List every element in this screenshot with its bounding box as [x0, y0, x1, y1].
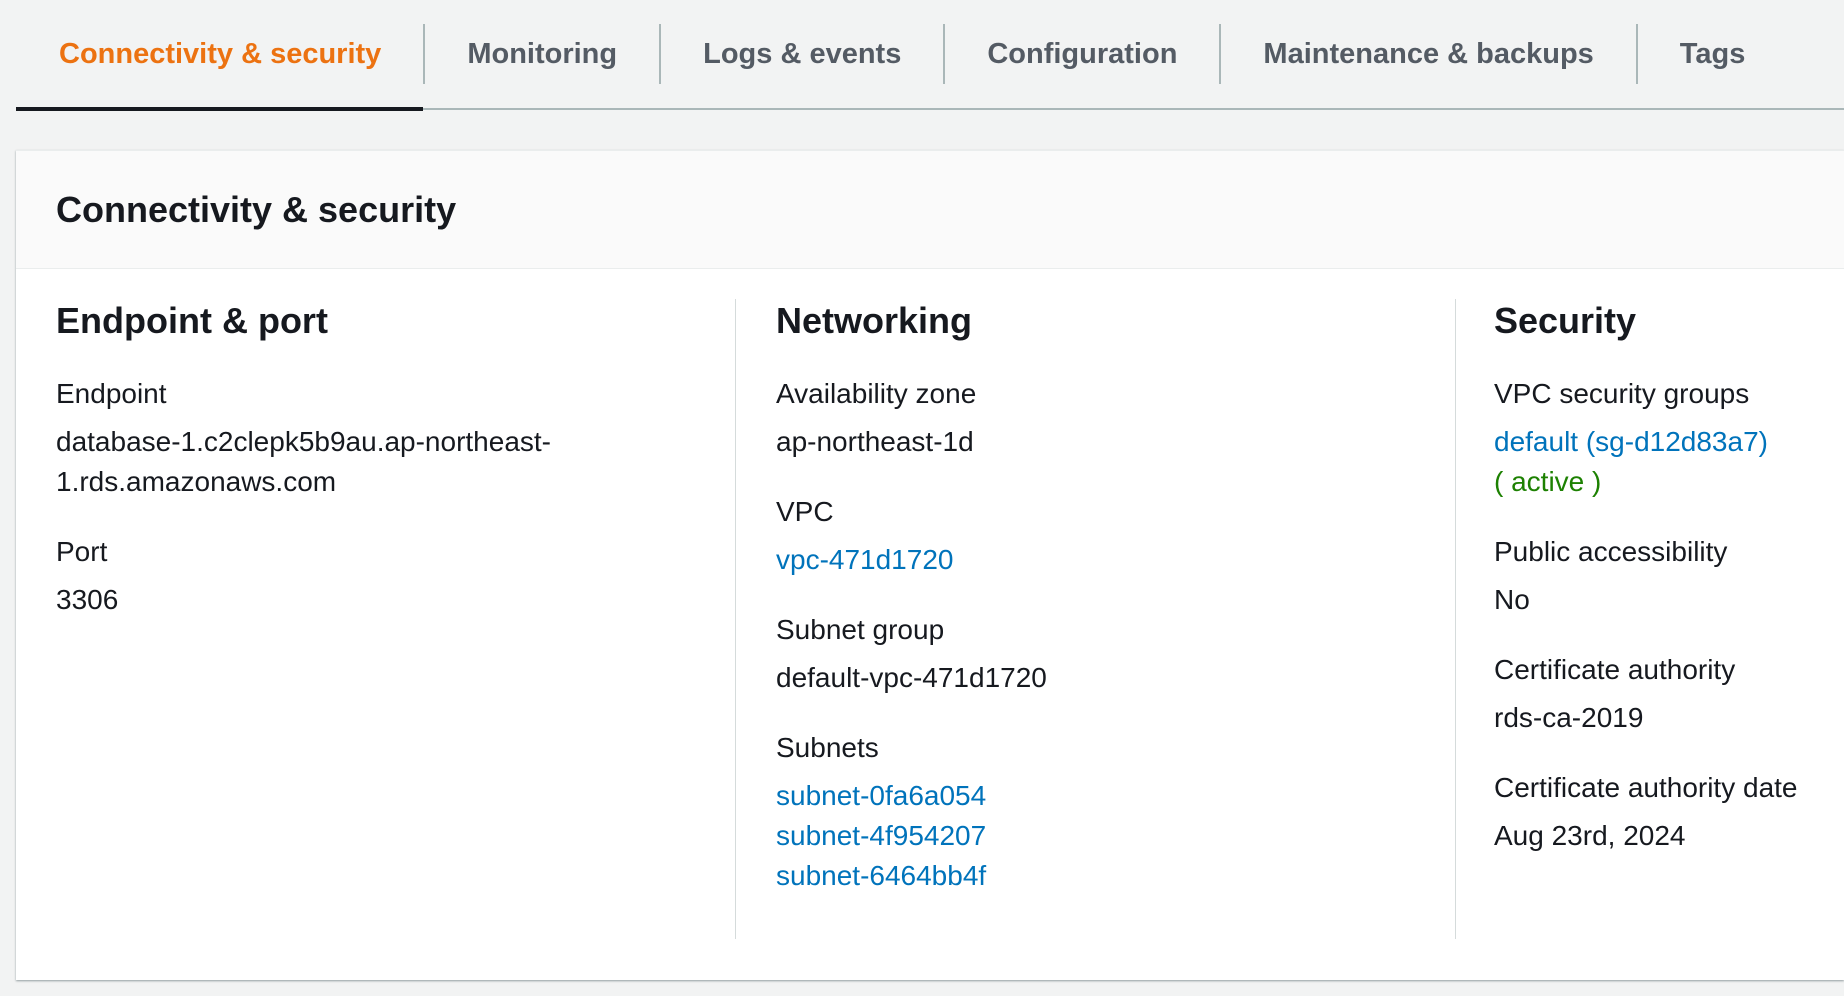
- vpc-field: VPC vpc-471d1720: [776, 492, 1436, 580]
- tab-logs-events[interactable]: Logs & events: [661, 0, 943, 109]
- subnets-field: Subnets subnet-0fa6a054 subnet-4f954207 …: [776, 728, 1436, 896]
- panel-header: Connectivity & security: [16, 151, 1844, 269]
- endpoint-field: Endpoint database-1.c2clepk5b9au.ap-nort…: [56, 374, 716, 502]
- certificate-authority-date-value: Aug 23rd, 2024: [1494, 820, 1686, 852]
- networking-title: Networking: [776, 300, 973, 341]
- certificate-authority-label: Certificate authority: [1494, 654, 1736, 686]
- subnet-link[interactable]: subnet-0fa6a054: [776, 776, 1436, 816]
- vpc-label: VPC: [776, 496, 834, 528]
- vpc-security-groups-field: VPC security groups default (sg-d12d83a7…: [1494, 374, 1844, 502]
- port-label: Port: [56, 536, 108, 568]
- security-title: Security: [1494, 300, 1637, 341]
- endpoint-value-line1: database-1.c2clepk5b9au.ap-northeast-: [56, 426, 552, 458]
- availability-zone-label: Availability zone: [776, 378, 977, 410]
- security-section: Security VPC security groups default (sg…: [1494, 299, 1844, 886]
- endpoint-value: database-1.c2clepk5b9au.ap-northeast- 1.…: [56, 422, 716, 502]
- tab-connectivity-security[interactable]: Connectivity & security: [16, 0, 424, 111]
- public-accessibility-value: No: [1494, 584, 1530, 616]
- subnet-link[interactable]: subnet-4f954207: [776, 816, 1436, 856]
- column-divider: [1455, 299, 1456, 939]
- connectivity-security-panel: Connectivity & security Endpoint & port …: [16, 150, 1844, 980]
- networking-section: Networking Availability zone ap-northeas…: [776, 299, 1436, 926]
- public-accessibility-label: Public accessibility: [1494, 536, 1728, 568]
- certificate-authority-value: rds-ca-2019: [1494, 702, 1644, 734]
- subnet-group-field: Subnet group default-vpc-471d1720: [776, 610, 1436, 698]
- availability-zone-value: ap-northeast-1d: [776, 426, 974, 458]
- endpoint-port-section: Endpoint & port Endpoint database-1.c2cl…: [56, 299, 716, 650]
- tab-monitoring[interactable]: Monitoring: [425, 0, 659, 109]
- security-group-status: ( active ): [1494, 466, 1602, 498]
- certificate-authority-date-label: Certificate authority date: [1494, 772, 1798, 804]
- tab-bar: Connectivity & security Monitoring Logs …: [16, 0, 1844, 111]
- vpc-security-groups-label: VPC security groups: [1494, 378, 1750, 410]
- subnet-group-value: default-vpc-471d1720: [776, 662, 1047, 694]
- tab-configuration[interactable]: Configuration: [945, 0, 1219, 109]
- tab-maintenance-backups[interactable]: Maintenance & backups: [1221, 0, 1635, 109]
- endpoint-value-line2: 1.rds.amazonaws.com: [56, 466, 337, 498]
- subnets-list: subnet-0fa6a054 subnet-4f954207 subnet-6…: [776, 776, 1436, 896]
- public-accessibility-field: Public accessibility No: [1494, 532, 1844, 620]
- panel-columns: Endpoint & port Endpoint database-1.c2cl…: [16, 269, 1844, 981]
- subnet-group-label: Subnet group: [776, 614, 945, 646]
- vpc-link[interactable]: vpc-471d1720: [776, 540, 1436, 580]
- subnets-label: Subnets: [776, 732, 879, 764]
- port-field: Port 3306: [56, 532, 716, 620]
- port-value: 3306: [56, 584, 119, 616]
- certificate-authority-date-field: Certificate authority date Aug 23rd, 202…: [1494, 768, 1844, 856]
- tab-tags[interactable]: Tags: [1638, 0, 1788, 109]
- panel-title: Connectivity & security: [56, 188, 457, 230]
- subnet-link[interactable]: subnet-6464bb4f: [776, 856, 1436, 896]
- column-divider: [735, 299, 736, 939]
- availability-zone-field: Availability zone ap-northeast-1d: [776, 374, 1436, 462]
- endpoint-port-title: Endpoint & port: [56, 300, 328, 341]
- certificate-authority-field: Certificate authority rds-ca-2019: [1494, 650, 1844, 738]
- endpoint-label: Endpoint: [56, 378, 167, 410]
- security-group-link[interactable]: default (sg-d12d83a7): [1494, 422, 1844, 462]
